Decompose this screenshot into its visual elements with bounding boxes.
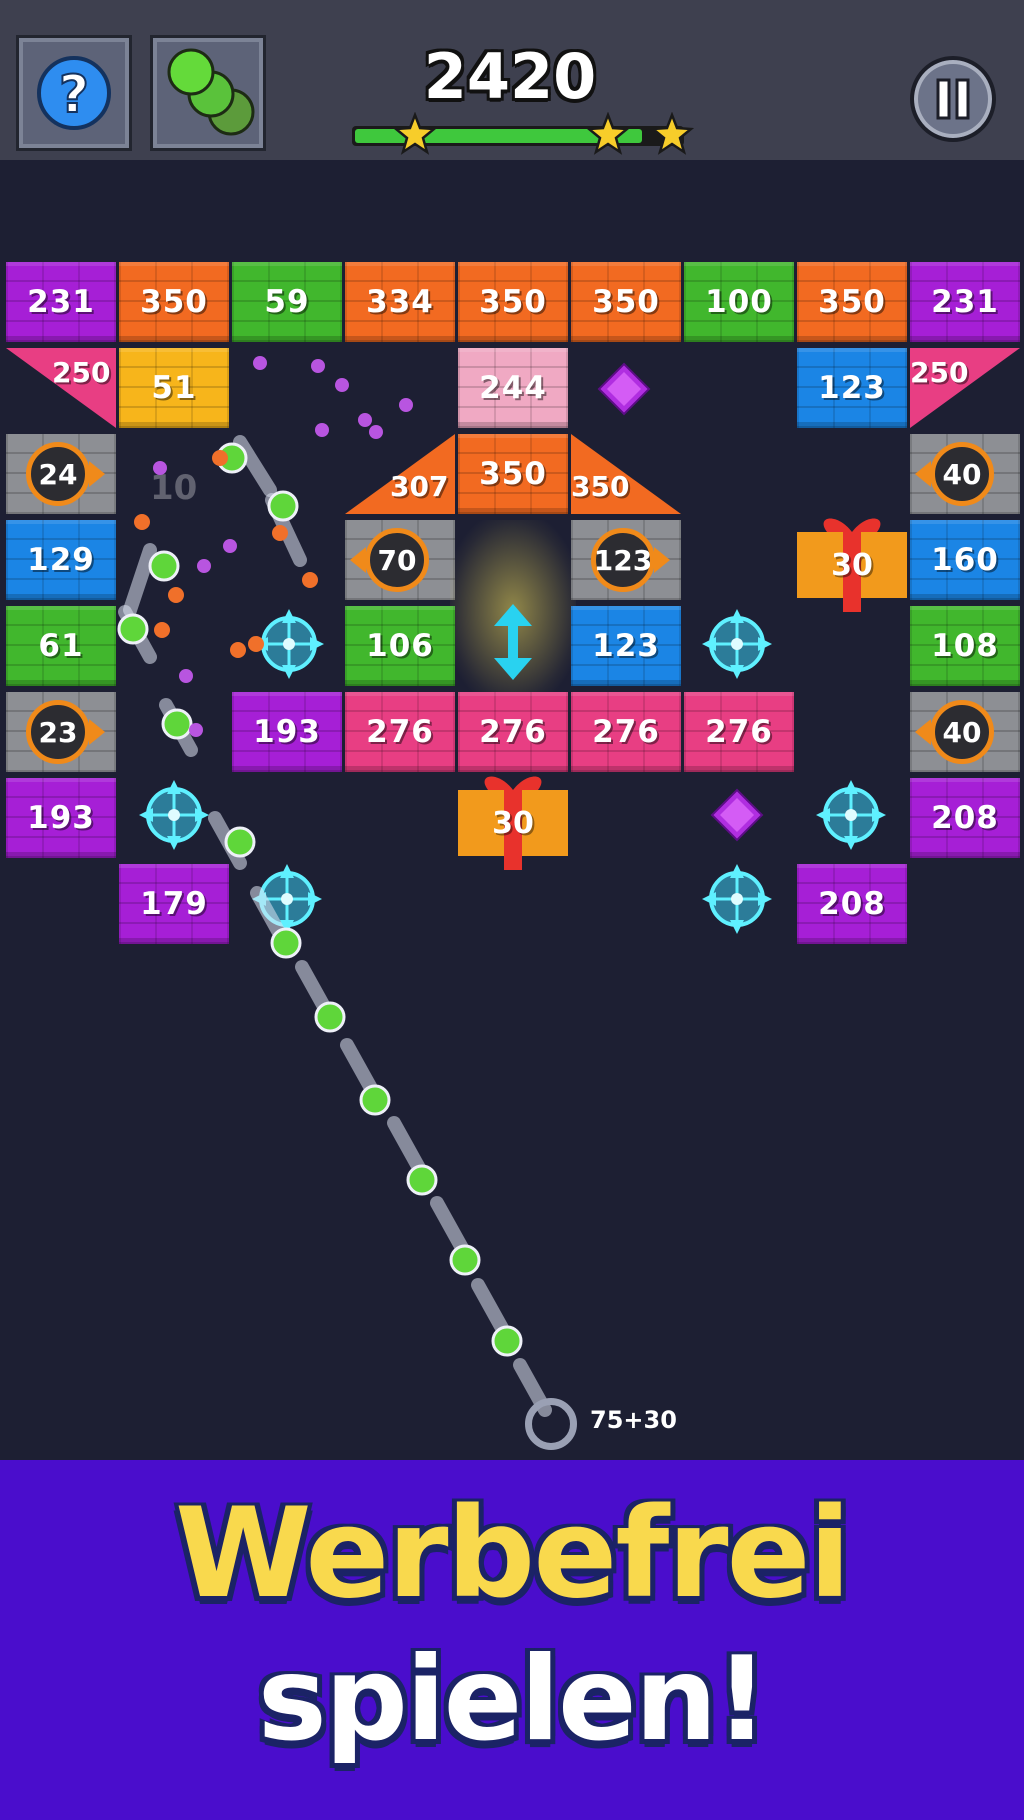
ball-count: 75+30 (590, 1406, 677, 1434)
ball-trail (117, 356, 552, 1417)
gift-brick-label: 30 (492, 805, 534, 841)
gift-brick-label: 30 (831, 547, 873, 583)
ball-launcher (525, 1398, 577, 1450)
promo-headline: Werbefrei (174, 1482, 851, 1626)
promo-subline: spielen! (257, 1632, 768, 1767)
